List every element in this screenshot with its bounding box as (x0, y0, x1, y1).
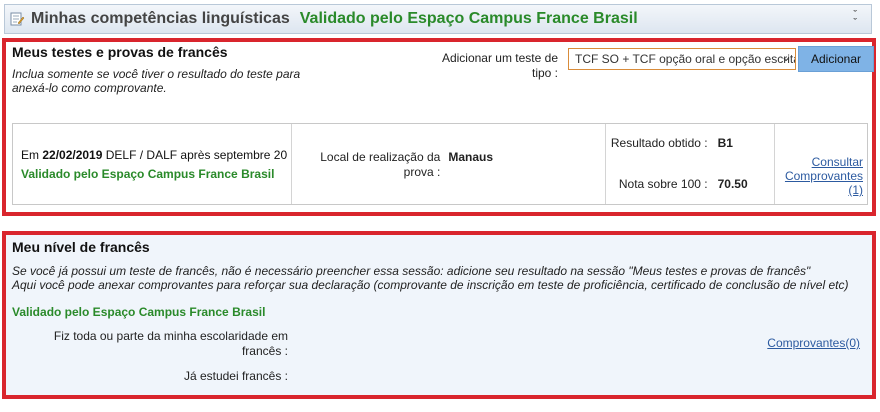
validated-status: Validado pelo Espaço Campus France Brasi… (299, 10, 638, 27)
studied-question-label: Já estudei francês : (183, 369, 288, 383)
test-validated-status: Validado pelo Espaço Campus France Brasi… (21, 167, 275, 181)
test-date-prefix: Em (21, 148, 43, 162)
section-header: Minhas competências linguísticas Validad… (4, 4, 872, 34)
location-label: Local de realização da prova : (320, 150, 441, 179)
result-label: Resultado obtido : (610, 136, 708, 150)
test-date: 22/02/2019 (42, 148, 103, 162)
score-value: 70.50 (717, 177, 748, 191)
result-value: B1 (717, 136, 733, 150)
info-line-2: Aqui você pode anexar comprovantes para … (12, 278, 849, 292)
french-level-title: Meu nível de francês (12, 239, 150, 255)
edit-document-icon (9, 11, 25, 27)
french-level-info: Se você já possui um teste de francês, n… (12, 264, 862, 292)
schooling-question-label: Fiz toda ou parte da minha escolaridade … (53, 329, 288, 358)
chevron-down-icon: ⌄ (780, 50, 791, 64)
test-location-cell: Local de realização da prova : Manaus (292, 124, 606, 204)
french-tests-section: Meus testes e provas de francês Inclua s… (2, 38, 876, 216)
french-tests-note: Inclua somente se você tiver o resultado… (12, 67, 301, 95)
test-date-name: Em 22/02/2019 DELF / DALF après septembr… (21, 148, 287, 162)
test-proofs-cell: Consultar Comprovantes (1) (775, 124, 867, 204)
french-level-section: Meu nível de francês Se você já possui u… (2, 231, 876, 399)
test-name: DELF / DALF après septembre 2020 (102, 148, 287, 162)
location-value: Manaus (448, 150, 494, 164)
test-type-select-value: TCF SO + TCF opção oral e opção escrita (575, 52, 796, 66)
section-title: Minhas competências linguísticas (31, 10, 290, 27)
add-test-button[interactable]: Adicionar (798, 46, 874, 72)
info-line-1: Se você já possui um teste de francês, n… (12, 264, 811, 278)
test-entry-row: Em 22/02/2019 DELF / DALF après septembr… (12, 123, 868, 205)
level-validated-status: Validado pelo Espaço Campus France Brasi… (12, 305, 266, 319)
test-type-select[interactable]: TCF SO + TCF opção oral e opção escrita … (568, 48, 796, 70)
add-test-label: Adicionar um teste de tipo : (441, 51, 558, 80)
test-result-cell: Resultado obtido : B1 Nota sobre 100 : 7… (606, 124, 776, 204)
level-proofs-link[interactable]: Comprovantes(0) (767, 336, 860, 350)
consult-proofs-link[interactable]: Consultar Comprovantes (1) (775, 155, 863, 197)
double-chevron-down-icon[interactable]: ˇˇ (853, 10, 857, 29)
test-info-cell: Em 22/02/2019 DELF / DALF après septembr… (13, 124, 293, 204)
score-label: Nota sobre 100 : (618, 177, 708, 191)
french-tests-title: Meus testes e provas de francês (12, 44, 228, 60)
